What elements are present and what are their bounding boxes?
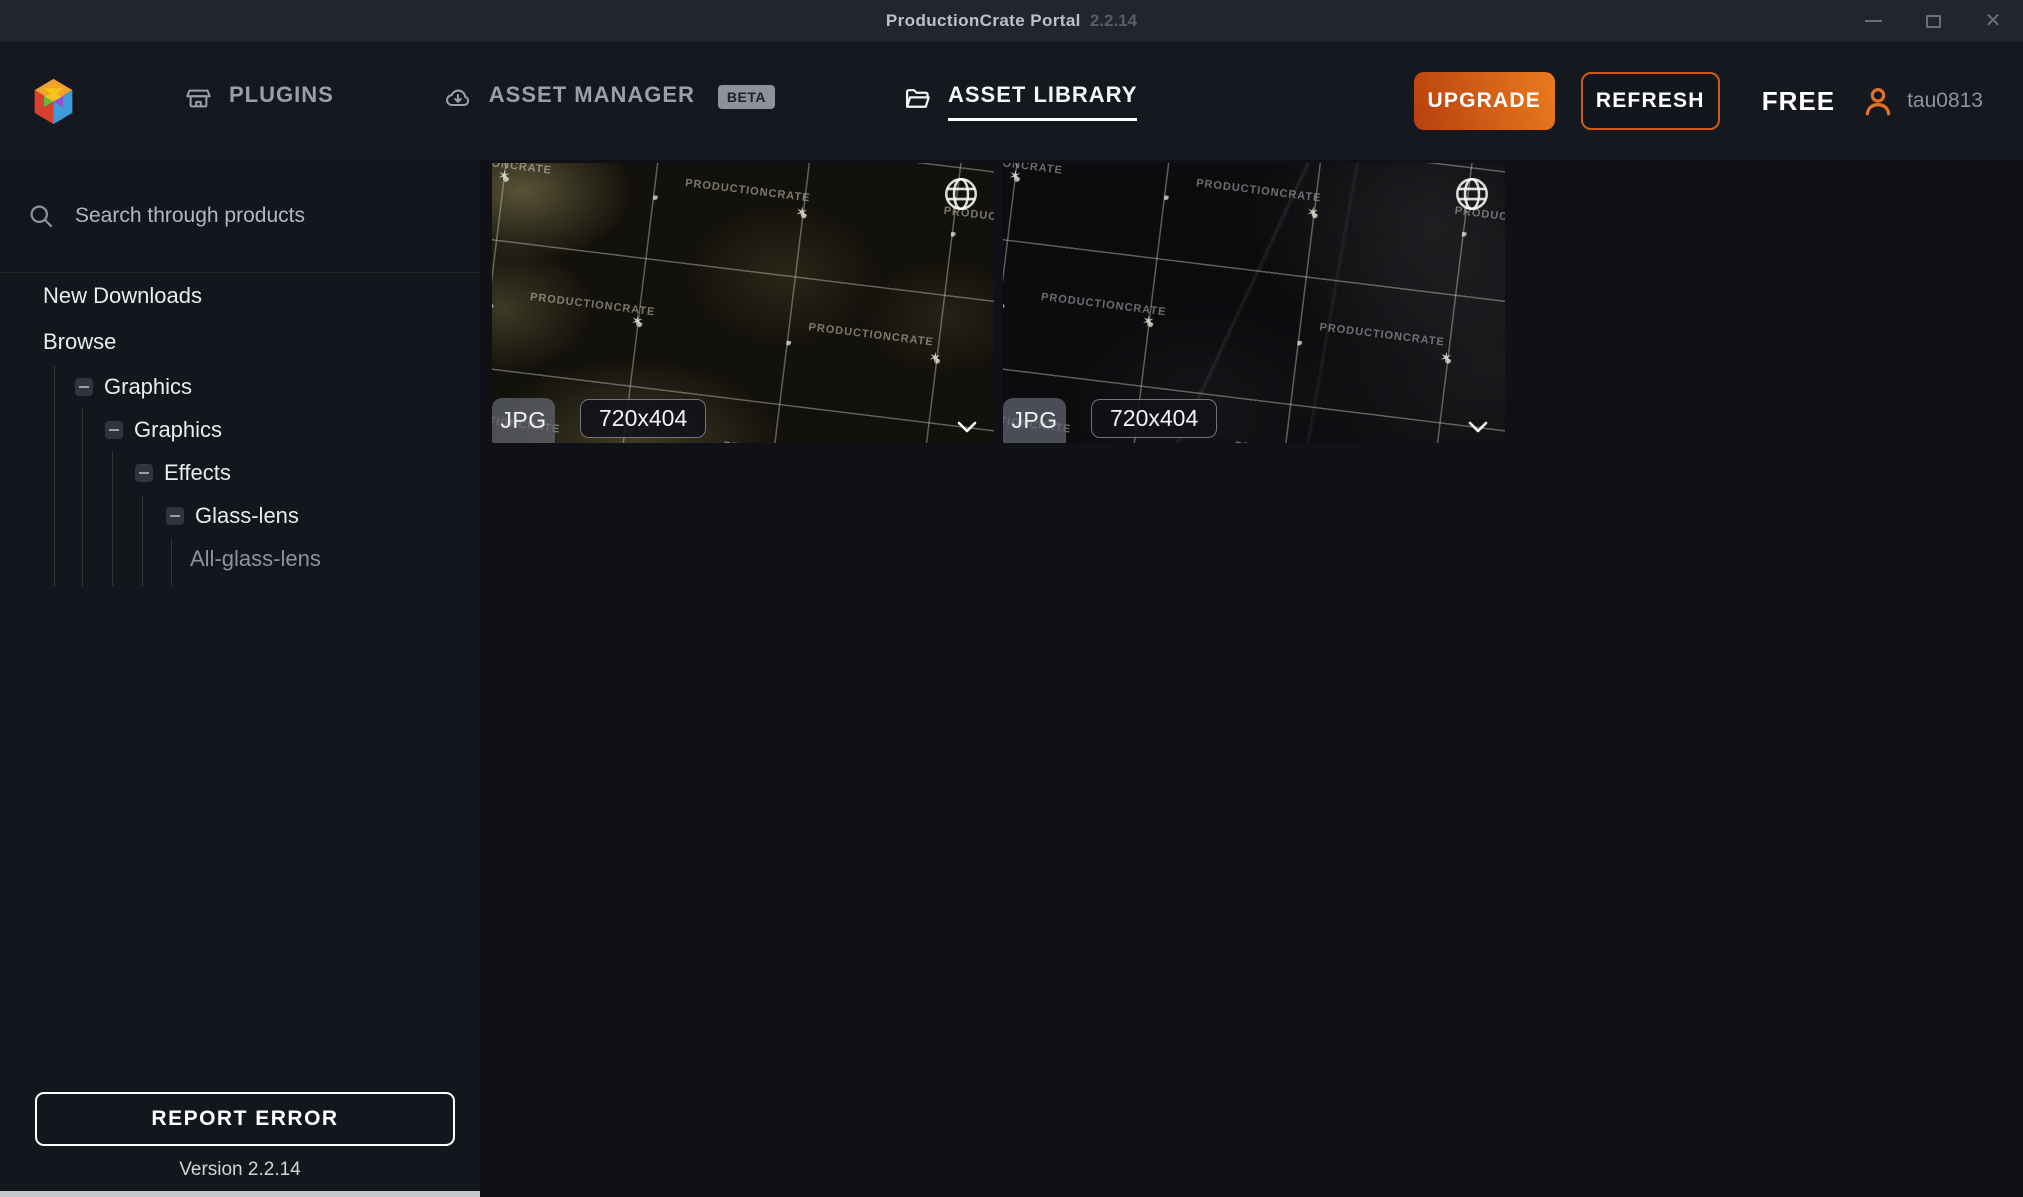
asset-card[interactable]: PRODUCTIONCRATE PRODUCTIONCRATE PRODUCTI… (492, 163, 994, 443)
tree-guide-line (142, 495, 143, 586)
app-version: 2.2.14 (1090, 11, 1137, 31)
watermark-text: PRODUCTIONCRATE (808, 321, 935, 348)
asset-grid: PRODUCTIONCRATE PRODUCTIONCRATE PRODUCTI… (480, 160, 2023, 1197)
chevron-down-icon[interactable] (956, 421, 978, 434)
star-marker-icon (1141, 314, 1155, 330)
window-controls (1859, 0, 2007, 42)
tree-item-label: All-glass-lens (190, 546, 321, 572)
tree-item-effects[interactable]: Effects (0, 451, 480, 494)
watermark-text: PRODUCTIONCRATE (1319, 321, 1446, 348)
tree-item-glass-lens[interactable]: Glass-lens (0, 494, 480, 537)
tab-plugins[interactable]: PLUGINS (185, 82, 334, 121)
tree-item-label: Glass-lens (195, 503, 299, 529)
search-bar (0, 160, 480, 272)
tab-asset-manager-label: ASSET MANAGER (489, 82, 695, 121)
tree-item-new-downloads[interactable]: New Downloads (0, 273, 480, 319)
main-area: New Downloads Browse Graphics Graphics E… (0, 160, 2023, 1197)
navbar: PLUGINS ASSET MANAGER BETA ASSET LIBRARY… (0, 42, 2023, 160)
tab-asset-library[interactable]: ASSET LIBRARY (903, 82, 1137, 121)
collapse-minus-icon[interactable] (105, 421, 123, 439)
watermark-text: PRODUCTIONCRATE (723, 440, 850, 443)
watermark-text: PRODUCTIONCRATE (1196, 177, 1323, 204)
upgrade-button[interactable]: UPGRADE (1414, 72, 1555, 130)
star-marker-icon (928, 350, 942, 366)
tab-asset-library-label: ASSET LIBRARY (948, 82, 1137, 121)
plan-badge: FREE (1762, 86, 1835, 117)
collapse-minus-icon[interactable] (135, 464, 153, 482)
close-icon (1985, 11, 2002, 32)
watermark-grid: PRODUCTIONCRATE PRODUCTIONCRATE PRODUCTI… (492, 163, 994, 443)
format-badge: JPG (1003, 398, 1066, 443)
tree-item-label: Browse (43, 329, 116, 355)
account-menu[interactable]: tau0813 (1861, 84, 1983, 118)
star-marker-icon (497, 168, 511, 184)
tree-item-label: Graphics (134, 417, 222, 443)
tree-guide-line (112, 452, 113, 586)
chevron-down-icon[interactable] (1467, 421, 1489, 434)
collapse-minus-icon[interactable] (75, 378, 93, 396)
category-tree: New Downloads Browse Graphics Graphics E… (0, 272, 480, 580)
star-marker-icon (630, 314, 644, 330)
globe-icon[interactable] (942, 175, 980, 213)
minimize-button[interactable] (1859, 7, 1887, 35)
beta-badge: BETA (718, 85, 775, 109)
watermark-grid: PRODUCTIONCRATE PRODUCTIONCRATE PRODUCTI… (1003, 163, 1505, 443)
tree-guide-line (82, 409, 83, 586)
search-input[interactable] (75, 204, 452, 228)
sidebar-scrollbar[interactable] (0, 1191, 480, 1197)
star-marker-icon (795, 205, 809, 221)
minimize-icon (1865, 20, 1882, 22)
username-label: tau0813 (1907, 89, 1983, 113)
search-icon (28, 203, 55, 230)
sidebar: New Downloads Browse Graphics Graphics E… (0, 160, 480, 1197)
tab-asset-manager[interactable]: ASSET MANAGER BETA (444, 82, 775, 121)
productioncrate-logo (30, 76, 77, 127)
cloud-download-icon (444, 84, 472, 112)
watermark-text: PRODUCTIONCRATE (685, 177, 812, 204)
globe-icon[interactable] (1453, 175, 1491, 213)
tree-item-label: Graphics (104, 374, 192, 400)
logo-icon (30, 76, 77, 127)
maximize-button[interactable] (1919, 7, 1947, 35)
tree-item-all-glass-lens[interactable]: All-glass-lens (0, 537, 480, 580)
storefront-icon (185, 85, 212, 112)
maximize-icon (1926, 15, 1941, 28)
close-button[interactable] (1979, 7, 2007, 35)
dimensions-badge: 720x404 (1091, 399, 1217, 438)
titlebar: ProductionCrate Portal 2.2.14 (0, 0, 2023, 42)
tree-item-label: Effects (164, 460, 231, 486)
star-marker-icon (1306, 205, 1320, 221)
tree-item-graphics-2[interactable]: Graphics (0, 408, 480, 451)
user-icon (1861, 84, 1895, 118)
tree-item-label: New Downloads (43, 283, 202, 309)
version-label: Version 2.2.14 (0, 1159, 480, 1181)
dimensions-badge: 720x404 (580, 399, 706, 438)
report-error-button[interactable]: REPORT ERROR (35, 1092, 455, 1146)
collapse-minus-icon[interactable] (166, 507, 184, 525)
tree-guide-line (54, 366, 55, 586)
tree-guide-line (171, 538, 172, 586)
format-badge: JPG (492, 398, 555, 443)
star-marker-icon (1008, 168, 1022, 184)
star-marker-icon (1439, 350, 1453, 366)
tab-plugins-label: PLUGINS (229, 82, 334, 121)
asset-card[interactable]: PRODUCTIONCRATE PRODUCTIONCRATE PRODUCTI… (1003, 163, 1505, 443)
app-title: ProductionCrate Portal (886, 11, 1081, 31)
header-actions: UPGRADE REFRESH FREE tau0813 (1414, 72, 1983, 130)
refresh-button[interactable]: REFRESH (1581, 72, 1720, 130)
tree-item-browse[interactable]: Browse (0, 319, 480, 365)
tree-item-graphics-1[interactable]: Graphics (0, 365, 480, 408)
watermark-text: PRODUCTIONCRATE (1234, 440, 1361, 443)
folder-open-icon (903, 84, 931, 112)
